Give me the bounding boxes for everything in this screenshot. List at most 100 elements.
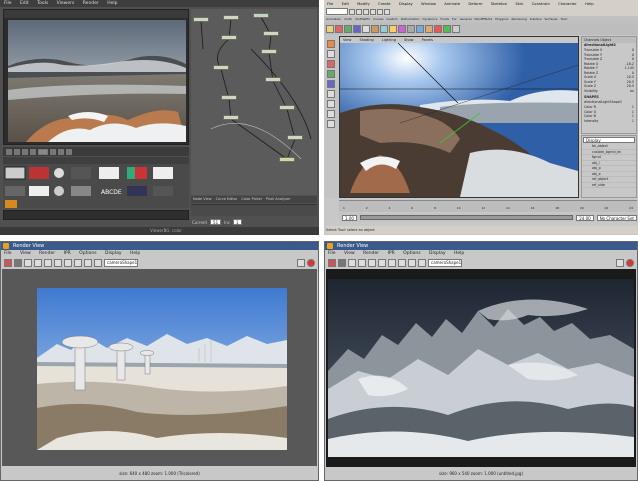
graph-node[interactable] [265,77,281,82]
menu-display[interactable]: Display [399,1,413,6]
character-set-dropdown[interactable]: No Character Set [596,214,637,221]
tab-node-view[interactable]: Node View [193,196,212,203]
menu-options[interactable]: Options [403,251,420,256]
shelf-icon[interactable] [416,25,424,33]
viewer-button-icon[interactable] [66,148,72,155]
graph-node[interactable] [261,49,277,54]
shelf-tab[interactable]: Dynamics [423,17,438,21]
menu-view[interactable]: View [20,251,31,256]
status-icon[interactable] [363,8,369,15]
menu-render[interactable]: Render [39,251,55,256]
viewer-button-icon[interactable] [38,148,48,155]
menu-view[interactable]: View [344,251,355,256]
status-icon[interactable] [349,8,355,15]
menu-skeleton[interactable]: Skeleton [491,1,507,6]
graph-node[interactable] [279,157,295,162]
shelf-tab[interactable]: Curves [373,17,383,21]
viewer-button-icon[interactable] [30,148,36,155]
menu-edit[interactable]: Edit [342,1,349,6]
region-icon[interactable] [358,258,366,267]
keep-image-icon[interactable] [408,258,416,267]
menu-set-dropdown[interactable] [326,8,348,15]
rgb-icon[interactable] [378,258,386,267]
manipulator-tool-icon[interactable] [327,90,335,98]
shelf-tab[interactable]: General [460,17,472,21]
range-end-field[interactable]: 24.00 [576,214,594,221]
shelf-icon[interactable] [389,25,397,33]
shelf-icon[interactable] [362,25,370,33]
graph-node[interactable] [263,31,279,36]
ipr-icon[interactable] [14,258,22,267]
menu-help[interactable]: Help [454,251,464,256]
move-tool-icon[interactable] [327,60,335,68]
menu-skin[interactable]: Skin [515,1,523,6]
panel-menu-shading[interactable]: Shading [359,38,373,42]
menu-help[interactable]: Help [107,1,117,6]
menu-ipr[interactable]: IPR [64,251,71,256]
layout-icon[interactable] [327,110,335,118]
graph-node[interactable] [193,17,209,22]
shelf-icon[interactable] [398,25,406,33]
tab-curve-editor[interactable]: Curve Editor [216,196,238,203]
rotate-tool-icon[interactable] [327,70,335,78]
menu-display[interactable]: Display [105,251,122,256]
panel-menu-show[interactable]: Show [404,38,413,42]
graph-node[interactable] [223,15,239,20]
time-slider[interactable]: 1 2 4 6 8 10 12 14 16 18 20 22 24 [339,200,637,212]
viewport-panel[interactable]: View Shading Lighting Show Panels [339,36,579,198]
channel-row[interactable]: Visibility on [582,89,636,94]
tab-pixel-analyzer[interactable]: Pixel Analyzer [266,196,290,203]
menu-file[interactable]: File [4,251,12,256]
status-icon[interactable] [384,8,390,15]
graph-node[interactable] [253,13,269,18]
scale-tool-icon[interactable] [327,80,335,88]
shelf-tab[interactable]: Custom [386,17,398,21]
status-icon[interactable] [377,8,383,15]
menu-file[interactable]: File [327,1,333,6]
remove-image-icon[interactable] [94,258,102,267]
layout-icon[interactable] [327,100,335,108]
shelf-icon[interactable] [335,25,343,33]
shelf-icon[interactable] [425,25,433,33]
shelf-tab[interactable]: Fluids [440,17,449,21]
menu-character[interactable]: Character [558,1,577,6]
shelf-tab[interactable]: Deformation [401,17,420,21]
tab-color-picker[interactable]: Color Picker [241,196,262,203]
shelf-tab[interactable]: Toon [560,17,567,21]
shelf-tab[interactable]: Animation [326,17,341,21]
menu-constrain[interactable]: Constrain [532,1,550,6]
render-canvas[interactable] [326,269,636,467]
camera-dropdown[interactable]: cameraShape1 [104,258,138,267]
viewer-button-icon[interactable] [14,148,20,155]
panel-menu-view[interactable]: View [343,38,351,42]
menu-viewers[interactable]: Viewers [57,1,75,6]
zoom-icon[interactable] [74,258,82,267]
shelf-icon[interactable] [353,25,361,33]
menu-options[interactable]: Options [79,251,96,256]
shelf-icon[interactable] [407,25,415,33]
zoom-icon[interactable] [398,258,406,267]
status-icon[interactable] [370,8,376,15]
shake-viewer[interactable] [3,9,189,145]
keep-image-icon[interactable] [84,258,92,267]
menu-edit[interactable]: Edit [20,1,29,6]
shelf-icon[interactable] [380,25,388,33]
panel-menu-panels[interactable]: Panels [422,38,433,42]
menu-create[interactable]: Create [378,1,391,6]
alpha-icon[interactable] [388,258,396,267]
shelf-tab[interactable]: Fur [452,17,457,21]
layer-row[interactable]: ref_side [582,183,636,188]
shelf-icon[interactable] [344,25,352,33]
menu-window[interactable]: Window [421,1,436,6]
refresh-icon[interactable] [24,258,32,267]
shelf-tab[interactable]: Rendering [511,17,526,21]
shelf-tab[interactable]: PaintEffects [475,17,493,21]
inc-field[interactable]: 1 [233,219,242,225]
layout-icon[interactable] [327,120,335,128]
range-start-field[interactable]: 1.00 [342,214,357,221]
render-icon[interactable] [4,258,12,267]
alpha-icon[interactable] [64,258,72,267]
region-icon[interactable] [34,258,42,267]
graph-node[interactable] [223,115,239,120]
viewer-button-icon[interactable] [6,148,12,155]
